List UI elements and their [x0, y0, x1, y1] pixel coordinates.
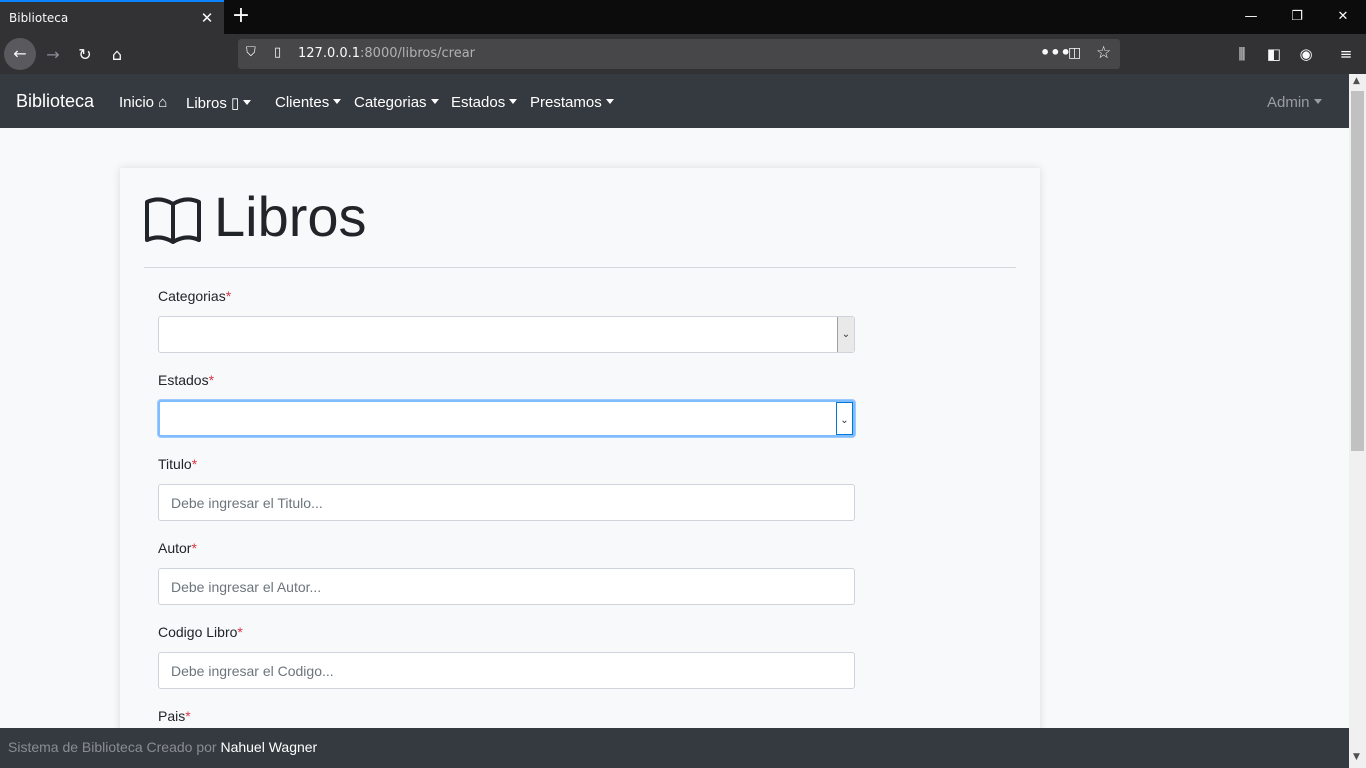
tracking-shield-icon[interactable]: ⛉: [246, 45, 262, 63]
page-viewport: Biblioteca Inicio ⌂ Libros ▯ Clientes Ca…: [0, 74, 1349, 728]
caret-down-icon: [430, 99, 439, 104]
pocket-icon[interactable]: ◫: [1068, 45, 1081, 61]
footer-text: Sistema de Biblioteca Creado por Nahuel …: [8, 739, 317, 755]
pais-group: Pais*: [158, 708, 856, 728]
forward-icon[interactable]: →: [38, 40, 68, 70]
page-scrollbar[interactable]: ▲ ▼: [1349, 74, 1366, 768]
house-icon: ⌂: [158, 94, 168, 111]
codigo-group: Codigo Libro*: [158, 624, 856, 689]
admin-dropdown[interactable]: Admin: [1267, 94, 1322, 111]
home-icon[interactable]: ⌂: [102, 40, 132, 70]
autor-label-text: Autor: [158, 540, 192, 556]
scroll-up-icon[interactable]: ▲: [1353, 76, 1360, 86]
required-mark: *: [225, 288, 232, 304]
browser-toolbar: ← → ↻ ⌂ ⛉ ▯ 127.0.0.1:8000/libros/crear …: [0, 34, 1366, 74]
menu-icon[interactable]: ≡: [1335, 43, 1357, 65]
url-host: 127.0.0.1: [298, 46, 361, 61]
footer-author[interactable]: Nahuel Wagner: [220, 739, 317, 755]
nav-inicio-label: Inicio: [119, 94, 155, 111]
url-bar[interactable]: ⛉ ▯ 127.0.0.1:8000/libros/crear ••• ◫ ☆: [238, 39, 1120, 69]
titulo-label-text: Titulo: [158, 456, 192, 472]
page-info-icon[interactable]: ▯: [274, 45, 288, 63]
caret-down-icon: [243, 100, 252, 105]
header-divider: [144, 267, 1016, 268]
open-book-icon: [145, 197, 201, 244]
book-small-icon: ▯: [231, 95, 240, 112]
required-mark: *: [191, 540, 197, 556]
tab-title: Biblioteca: [9, 11, 69, 25]
nav-clientes-label: Clientes: [275, 94, 330, 111]
restore-icon[interactable]: ❐: [1285, 7, 1309, 27]
titulo-label: Titulo*: [158, 456, 856, 478]
browser-tab[interactable]: Biblioteca ✕: [0, 0, 224, 34]
caret-down-icon: [1313, 99, 1322, 104]
pais-label: Pais*: [158, 708, 856, 728]
codigo-input[interactable]: [158, 652, 855, 689]
brand-link[interactable]: Biblioteca: [16, 91, 94, 112]
nav-inicio[interactable]: Inicio ⌂: [119, 94, 167, 111]
nav-estados-label: Estados: [451, 94, 506, 111]
titulo-group: Titulo*: [158, 456, 856, 521]
chevron-down-icon[interactable]: ⌄: [837, 317, 854, 352]
sidebar-icon[interactable]: ◧: [1263, 43, 1285, 65]
codigo-label-text: Codigo Libro: [158, 624, 238, 640]
page-actions-icon[interactable]: •••: [1040, 43, 1071, 62]
categorias-select[interactable]: ⌄: [158, 316, 855, 353]
account-icon[interactable]: ◉: [1295, 43, 1317, 65]
nav-prestamos[interactable]: Prestamos: [530, 94, 614, 111]
pais-label-text: Pais: [158, 708, 186, 724]
library-icon[interactable]: ⫼: [1231, 43, 1253, 65]
form-card: Libros Categorias* ⌄ Estados* ⌄ Titulo* …: [120, 168, 1040, 728]
estados-group: Estados* ⌄: [158, 372, 856, 437]
estados-label-text: Estados: [158, 372, 209, 388]
site-navbar: Biblioteca Inicio ⌂ Libros ▯ Clientes Ca…: [0, 74, 1349, 128]
admin-label: Admin: [1267, 94, 1310, 111]
reload-icon[interactable]: ↻: [70, 40, 100, 70]
footer-credit: Sistema de Biblioteca Creado por: [8, 739, 221, 755]
nav-categorias-label: Categorias: [354, 94, 427, 111]
codigo-label: Codigo Libro*: [158, 624, 856, 646]
titulo-input[interactable]: [158, 484, 855, 521]
categorias-label-text: Categorias: [158, 288, 226, 304]
scroll-thumb[interactable]: [1351, 91, 1364, 451]
autor-label: Autor*: [158, 540, 856, 562]
back-icon[interactable]: ←: [4, 38, 36, 70]
nav-estados[interactable]: Estados: [451, 94, 518, 111]
estados-label: Estados*: [158, 372, 856, 394]
nav-prestamos-label: Prestamos: [530, 94, 602, 111]
minimize-icon[interactable]: —: [1239, 7, 1263, 27]
caret-down-icon: [605, 99, 614, 104]
site-footer: Sistema de Biblioteca Creado por Nahuel …: [0, 728, 1349, 768]
required-mark: *: [237, 624, 243, 640]
url-text[interactable]: 127.0.0.1:8000/libros/crear: [298, 46, 475, 61]
browser-tab-bar: Biblioteca ✕ + — ❐ ✕: [0, 0, 1366, 34]
caret-down-icon: [509, 99, 518, 104]
required-mark: *: [191, 456, 198, 472]
nav-libros[interactable]: Libros ▯: [186, 94, 252, 112]
new-tab-icon[interactable]: +: [230, 5, 252, 27]
nav-clientes[interactable]: Clientes: [275, 94, 342, 111]
bookmark-star-icon[interactable]: ☆: [1096, 43, 1111, 63]
categorias-group: Categorias* ⌄: [158, 288, 856, 353]
autor-input[interactable]: [158, 568, 855, 605]
page-title: Libros: [214, 185, 367, 248]
caret-down-icon: [333, 99, 342, 104]
scroll-down-icon[interactable]: ▼: [1353, 752, 1360, 762]
chevron-down-icon[interactable]: ⌄: [836, 402, 853, 435]
required-mark: *: [208, 372, 215, 388]
nav-libros-label: Libros: [186, 95, 227, 112]
autor-group: Autor*: [158, 540, 856, 605]
estados-select[interactable]: ⌄: [158, 400, 855, 437]
nav-categorias[interactable]: Categorias: [354, 94, 439, 111]
window-close-icon[interactable]: ✕: [1331, 7, 1355, 27]
required-mark: *: [185, 708, 191, 724]
url-path: :8000/libros/crear: [360, 46, 476, 61]
close-tab-icon[interactable]: ✕: [198, 9, 216, 27]
categorias-label: Categorias*: [158, 288, 856, 310]
